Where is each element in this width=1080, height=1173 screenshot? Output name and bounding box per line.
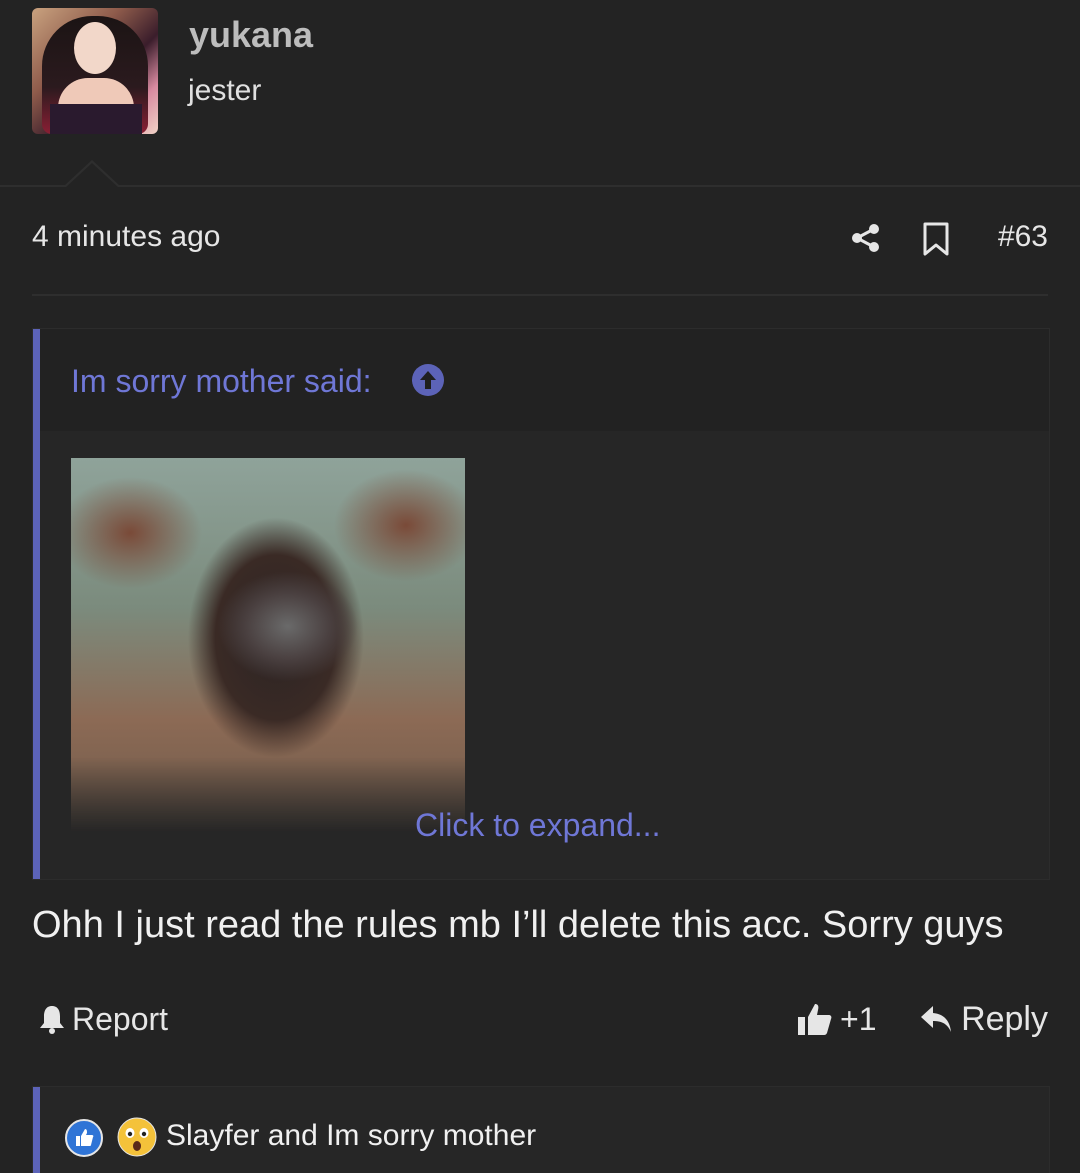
report-button[interactable]: Report xyxy=(38,996,168,1042)
user-avatar[interactable] xyxy=(32,8,158,134)
header-caret-inner xyxy=(66,163,118,187)
quote-author[interactable]: Im sorry mother said: xyxy=(71,363,372,400)
thumbs-up-reaction-glyph xyxy=(76,1129,94,1146)
reactions-bar[interactable]: Slayfer and Im sorry mother xyxy=(32,1086,1050,1173)
like-count: +1 xyxy=(840,1000,877,1037)
post-number[interactable]: #63 xyxy=(998,220,1048,254)
share-icon[interactable] xyxy=(850,222,882,254)
reply-label: Reply xyxy=(961,999,1048,1038)
quote-block: Im sorry mother said: Click to expand... xyxy=(32,328,1050,880)
thumbs-up-icon xyxy=(798,1004,832,1035)
arrow-up-circle-icon[interactable] xyxy=(411,363,445,397)
reactions-accent-bar xyxy=(33,1087,40,1173)
wow-emoji-icon xyxy=(117,1117,157,1157)
like-button[interactable]: +1 xyxy=(796,996,876,1042)
avatar-top xyxy=(50,104,142,134)
bookmark-icon[interactable] xyxy=(922,222,950,256)
bell-icon xyxy=(40,1006,64,1034)
thumbs-up-reaction-icon xyxy=(65,1119,103,1157)
post-header: yukana jester xyxy=(0,0,1080,186)
click-to-expand-link[interactable]: Click to expand... xyxy=(415,807,660,844)
post-time[interactable]: 4 minutes ago xyxy=(32,220,220,254)
reply-arrow-icon xyxy=(921,1006,952,1032)
meta-divider xyxy=(32,294,1048,296)
user-title: jester xyxy=(188,74,262,107)
quoted-image[interactable] xyxy=(71,458,465,832)
post-meta: 4 minutes ago #63 xyxy=(32,218,1048,262)
post-actions: Report +1 Reply xyxy=(32,996,1048,1042)
avatar-face xyxy=(74,22,116,74)
reply-button[interactable]: Reply xyxy=(919,996,1048,1042)
quote-accent-bar xyxy=(33,329,40,879)
header-divider xyxy=(0,185,1080,187)
report-label: Report xyxy=(72,1000,169,1037)
post-message: Ohh I just read the rules mb I’ll delete… xyxy=(32,904,1004,946)
reactions-text[interactable]: Slayfer and Im sorry mother xyxy=(166,1119,536,1153)
username[interactable]: yukana xyxy=(189,14,313,56)
